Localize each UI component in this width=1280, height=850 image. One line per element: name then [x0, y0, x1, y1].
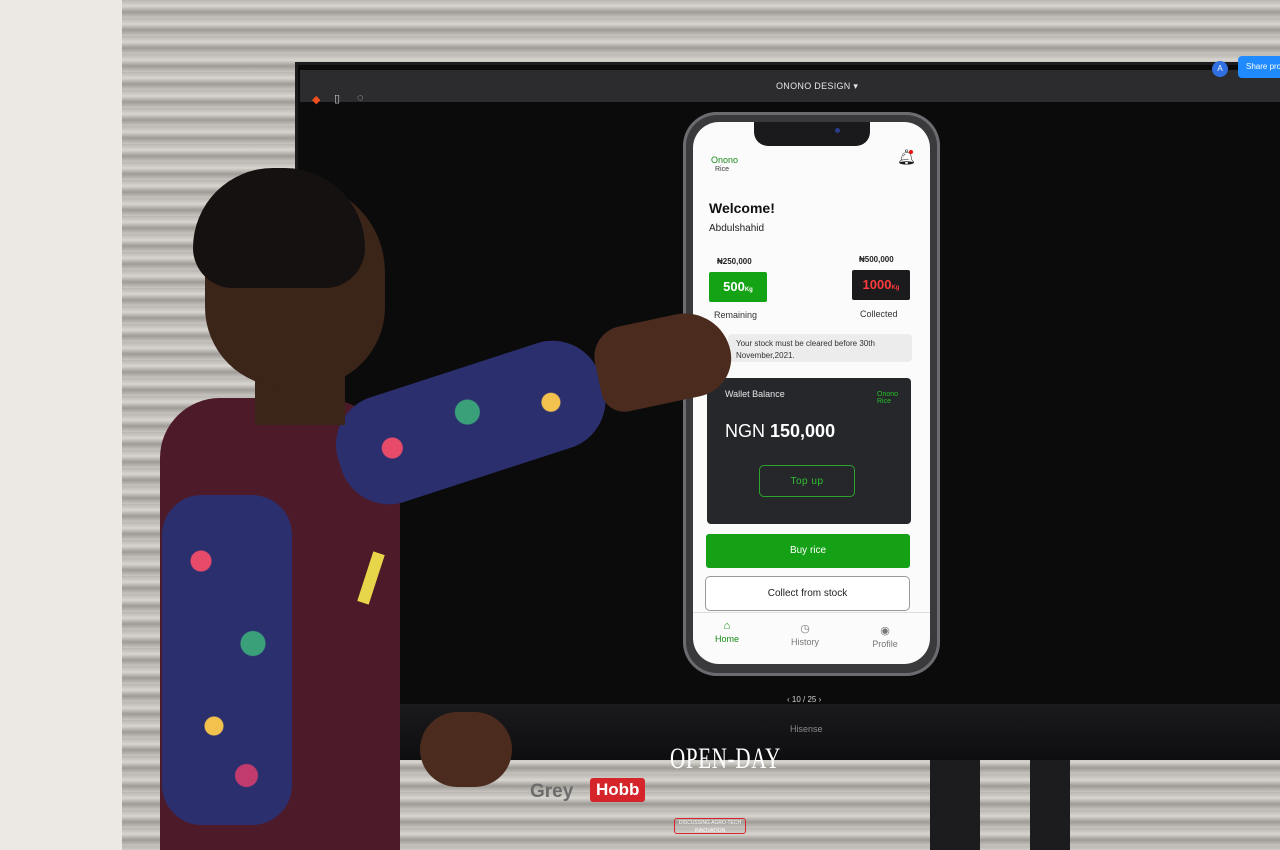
remaining-amount: ₦250,000: [717, 257, 752, 266]
share-button[interactable]: Share pro: [1238, 56, 1280, 78]
top-up-button[interactable]: Top up: [759, 465, 855, 497]
remaining-value: 500: [723, 279, 745, 294]
white-wall: [0, 0, 122, 850]
remaining-unit: Kg: [744, 287, 753, 293]
wallet-logo: Onono Rice: [877, 391, 899, 405]
comment-icon[interactable]: ◌: [357, 92, 364, 104]
collected-unit: Kg: [891, 285, 900, 291]
notification-dot: [909, 150, 913, 154]
figma-logo-icon[interactable]: ◆: [312, 93, 320, 106]
presenter-left-hand: [420, 712, 512, 787]
open-day-title: OPEN-DAY: [670, 742, 782, 775]
camera-dot: [835, 128, 840, 133]
username: Abdulshahid: [709, 223, 765, 234]
remaining-label: Remaining: [714, 310, 758, 320]
collect-from-stock-button[interactable]: Collect from stock: [705, 576, 910, 611]
stock-notice: Your stock must be cleared before 30th N…: [728, 334, 912, 362]
remaining-stock-box: 500Kg: [709, 272, 767, 302]
clock-icon: ◷: [800, 623, 810, 635]
tv-brand: Hisense: [790, 724, 823, 734]
wallet-balance: NGN 150,000: [725, 421, 836, 441]
collected-stock-box: 1000Kg: [852, 270, 910, 300]
buy-rice-button[interactable]: Buy rice: [706, 534, 910, 568]
phone-notch: [754, 122, 870, 146]
tv-stand-left: [930, 760, 980, 850]
tv-stand-right: [1030, 760, 1070, 850]
file-title[interactable]: ONONO DESIGN ▾: [776, 81, 858, 92]
tv-bezel: [390, 704, 1280, 760]
presenter-sleeve: [162, 495, 292, 825]
collected-value: 1000: [862, 277, 892, 292]
tab-profile[interactable]: ◉ Profile: [855, 624, 915, 649]
user-icon: ◉: [880, 625, 890, 637]
avatar[interactable]: A: [1212, 61, 1228, 77]
greyhobb-logo-hobb: Hobb: [590, 778, 646, 802]
home-icon: ⌂: [723, 620, 731, 632]
open-day-tagline: DISCUSSING AGRO-TECH INNOVATION: [674, 818, 746, 834]
wallet-label: Wallet Balance: [725, 389, 785, 399]
collected-label: Collected: [860, 309, 898, 319]
greyhobb-logo-grey: Grey: [530, 781, 574, 802]
tab-home[interactable]: ⌂ Home: [697, 620, 757, 644]
collected-amount: ₦500,000: [859, 255, 894, 264]
app-logo: Onono Rice: [711, 155, 739, 174]
bell-icon[interactable]: 🔔︎: [897, 148, 916, 166]
page-indicator[interactable]: ‹ 10 / 25 ›: [787, 695, 821, 704]
welcome-heading: Welcome!: [709, 200, 775, 216]
panel-icon[interactable]: ▯: [334, 92, 340, 105]
tab-history[interactable]: ◷ History: [775, 622, 835, 647]
